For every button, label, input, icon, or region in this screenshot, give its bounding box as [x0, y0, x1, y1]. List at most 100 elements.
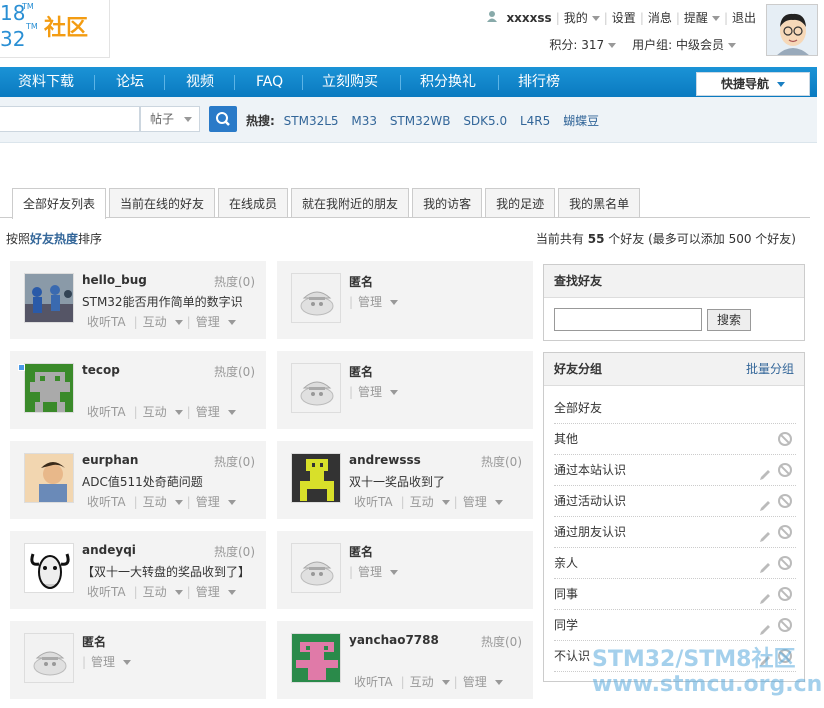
friend-action[interactable]: 收听TA	[87, 405, 130, 419]
friend-action[interactable]: 管理	[463, 675, 503, 689]
friend-action[interactable]: 互动	[143, 495, 183, 509]
friend-action[interactable]: 管理	[196, 495, 236, 509]
nav-faq[interactable]: FAQ	[256, 67, 283, 97]
hot-search-link[interactable]: SDK5.0	[463, 114, 507, 128]
hot-search-link[interactable]: STM32L5	[284, 114, 339, 128]
friend-name[interactable]: eurphan	[82, 453, 138, 467]
logout-link[interactable]: 退出	[728, 9, 760, 26]
friend-action[interactable]: 管理	[463, 495, 503, 509]
friend-action[interactable]: 收听TA	[354, 675, 397, 689]
tab-all-friends[interactable]: 全部好友列表	[12, 188, 107, 219]
friend-name[interactable]: 匿名	[349, 363, 373, 380]
friend-action[interactable]: 收听TA	[87, 585, 130, 599]
site-logo[interactable]: 18 TM 32 TM 社区	[0, 0, 110, 58]
edit-icon[interactable]	[758, 525, 772, 542]
friend-action[interactable]: 互动	[410, 495, 450, 509]
tab-nearby-friends[interactable]: 就在我附近的朋友	[291, 188, 410, 218]
friend-action[interactable]: 互动	[143, 315, 183, 329]
delete-icon[interactable]	[778, 463, 792, 477]
friend-name[interactable]: andrewsss	[349, 453, 421, 467]
group-item[interactable]: 其他	[554, 424, 796, 455]
tab-my-blacklist[interactable]: 我的黑名单	[558, 188, 641, 218]
friend-name[interactable]: 匿名	[349, 543, 373, 560]
friend-avatar[interactable]	[24, 363, 74, 413]
hot-search-link[interactable]: 蝴蝶豆	[563, 114, 599, 128]
nav-downloads[interactable]: 资料下载	[18, 67, 74, 97]
nav-points-gift[interactable]: 积分换礼	[420, 67, 476, 97]
search-input[interactable]	[0, 106, 140, 132]
friend-avatar[interactable]	[24, 543, 74, 593]
group-item[interactable]: 通过朋友认识	[554, 517, 796, 548]
delete-icon[interactable]	[778, 556, 792, 570]
group-item[interactable]: 亲人	[554, 548, 796, 579]
reminder-menu[interactable]: 提醒	[680, 9, 724, 26]
usergroup-menu[interactable]: 用户组: 中级会员	[624, 36, 744, 53]
messages-link[interactable]: 消息	[644, 9, 676, 26]
friend-avatar[interactable]	[291, 633, 341, 683]
quick-nav-button[interactable]: 快捷导航	[696, 72, 810, 96]
friend-action[interactable]: 收听TA	[354, 495, 397, 509]
friend-avatar[interactable]	[291, 453, 341, 503]
friend-avatar[interactable]	[291, 543, 341, 593]
friend-action[interactable]: 管理	[196, 585, 236, 599]
find-friend-input[interactable]	[554, 308, 702, 331]
hot-search-link[interactable]: L4R5	[520, 114, 550, 128]
hot-search-link[interactable]: STM32WB	[390, 114, 451, 128]
group-item[interactable]: 全部好友	[554, 393, 796, 424]
group-item[interactable]: 通过活动认识	[554, 486, 796, 517]
group-item[interactable]: 通过本站认识	[554, 455, 796, 486]
friend-avatar[interactable]	[24, 273, 74, 323]
user-avatar[interactable]	[766, 4, 818, 56]
friend-action[interactable]: 管理	[358, 295, 399, 309]
friend-action[interactable]: 互动	[143, 405, 183, 419]
edit-icon[interactable]	[758, 463, 772, 480]
find-friend-button[interactable]: 搜索	[707, 309, 751, 331]
delete-icon[interactable]	[778, 432, 792, 446]
friend-action[interactable]: 收听TA	[87, 315, 130, 329]
friend-action[interactable]: 管理	[196, 315, 236, 329]
hot-search-link[interactable]: M33	[351, 114, 377, 128]
friend-name[interactable]: 匿名	[349, 273, 373, 290]
username-link[interactable]: xxxxss	[502, 11, 555, 25]
tab-my-visitors[interactable]: 我的访客	[412, 188, 483, 218]
batch-group-link[interactable]: 批量分组	[746, 353, 794, 386]
my-menu[interactable]: 我的	[560, 9, 604, 26]
tab-online-friends[interactable]: 当前在线的好友	[109, 188, 216, 218]
friend-name[interactable]: 匿名	[82, 633, 106, 650]
edit-icon[interactable]	[758, 618, 772, 635]
friend-action[interactable]: 互动	[410, 675, 450, 689]
friend-name[interactable]: yanchao7788	[349, 633, 439, 647]
friend-avatar[interactable]	[291, 363, 341, 413]
settings-link[interactable]: 设置	[608, 9, 640, 26]
friend-action[interactable]: 互动	[143, 585, 183, 599]
tab-online-members[interactable]: 在线成员	[218, 188, 289, 218]
friend-action[interactable]: 管理	[196, 405, 236, 419]
edit-icon[interactable]	[758, 556, 772, 573]
friend-action[interactable]: 管理	[91, 655, 132, 669]
group-item[interactable]: 同事	[554, 579, 796, 610]
friend-name[interactable]: tecop	[82, 363, 120, 377]
friend-avatar[interactable]	[291, 273, 341, 323]
delete-icon[interactable]	[778, 587, 792, 601]
friend-name[interactable]: hello_bug	[82, 273, 147, 287]
search-type-select[interactable]: 帖子	[140, 106, 200, 132]
delete-icon[interactable]	[778, 525, 792, 539]
delete-icon[interactable]	[778, 618, 792, 632]
friend-action[interactable]: 收听TA	[87, 495, 130, 509]
delete-icon[interactable]	[778, 494, 792, 508]
nav-video[interactable]: 视频	[186, 67, 214, 97]
tab-my-footprints[interactable]: 我的足迹	[485, 188, 556, 218]
friend-avatar[interactable]	[24, 453, 74, 503]
friend-action[interactable]: 管理	[358, 385, 399, 399]
friend-action[interactable]: 管理	[358, 565, 399, 579]
nav-ranking[interactable]: 排行榜	[518, 67, 560, 97]
sort-key-link[interactable]: 好友热度	[30, 232, 78, 246]
friend-avatar[interactable]	[24, 633, 74, 683]
nav-buy[interactable]: 立刻购买	[322, 67, 378, 97]
group-item[interactable]: 同学	[554, 610, 796, 641]
nav-forum[interactable]: 论坛	[116, 67, 144, 97]
edit-icon[interactable]	[758, 494, 772, 511]
edit-icon[interactable]	[758, 587, 772, 604]
points-menu[interactable]: 积分: 317	[541, 36, 624, 53]
friend-name[interactable]: andeyqi	[82, 543, 136, 557]
